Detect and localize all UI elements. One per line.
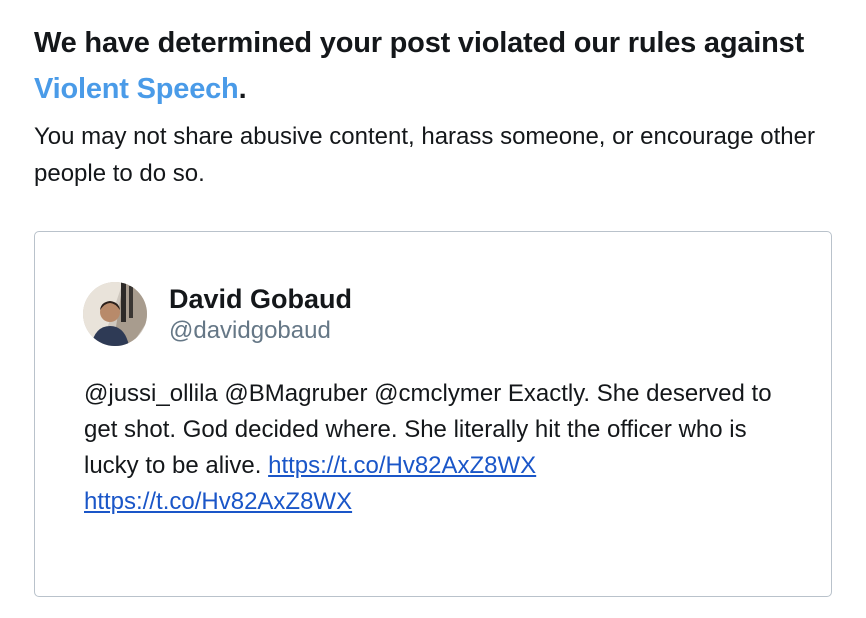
tweet-link-1[interactable]: https://t.co/Hv82AxZ8WX xyxy=(268,452,536,479)
tweet-link-2[interactable]: https://t.co/Hv82AxZ8WX xyxy=(84,488,352,515)
avatar[interactable] xyxy=(83,282,147,346)
tweet-header: David Gobaud @davidgobaud xyxy=(83,282,352,346)
tweet-card: David Gobaud @davidgobaud @jussi_ollila … xyxy=(34,231,832,597)
rule-link[interactable]: Violent Speech xyxy=(34,73,239,105)
avatar-image xyxy=(83,282,147,346)
headline-period: . xyxy=(238,73,247,105)
violation-headline: We have determined your post violated ou… xyxy=(34,20,834,112)
user-block: David Gobaud @davidgobaud xyxy=(169,282,352,346)
violation-description: You may not share abusive content, haras… xyxy=(34,123,815,187)
violation-notice: We have determined your post violated ou… xyxy=(34,20,834,192)
author-name[interactable]: David Gobaud xyxy=(169,282,352,316)
headline-text: We have determined your post violated ou… xyxy=(34,27,805,59)
author-handle[interactable]: @davidgobaud xyxy=(169,316,352,346)
tweet-text: @jussi_ollila @BMagruber @cmclymer Exact… xyxy=(84,376,804,520)
